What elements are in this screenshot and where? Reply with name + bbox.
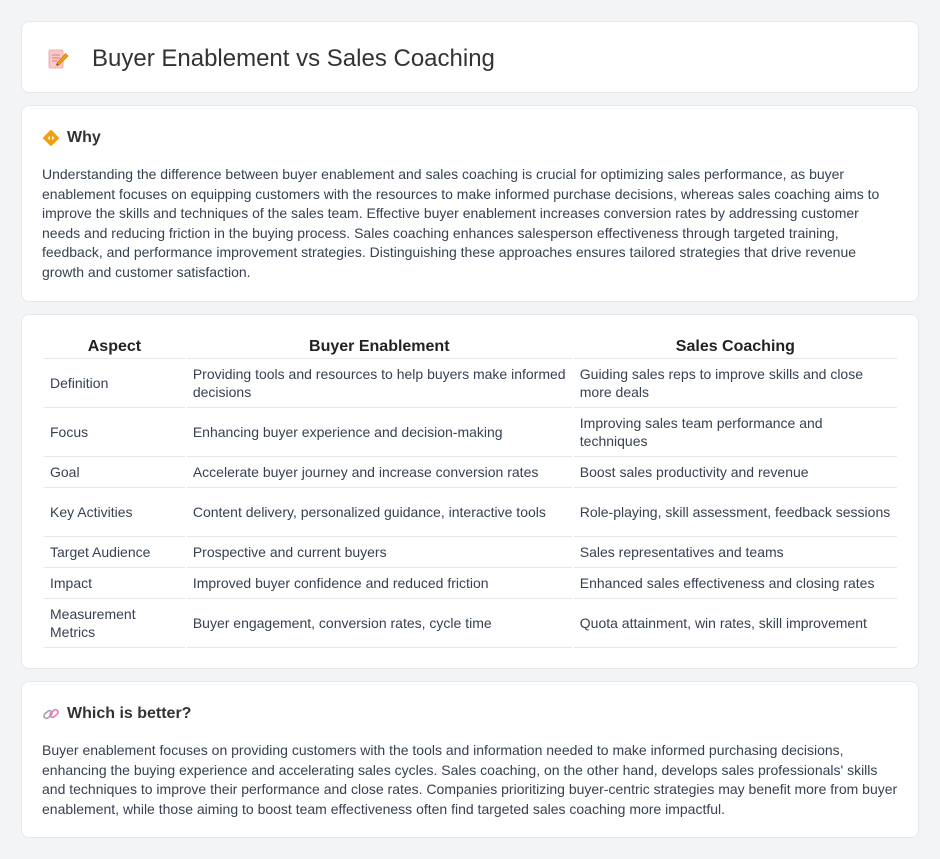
- why-text: Understanding the difference between buy…: [42, 166, 880, 280]
- page-title: Buyer Enablement vs Sales Coaching: [92, 45, 495, 72]
- buyer-enablement-cell: Content delivery, personalized guidance,…: [186, 488, 572, 537]
- better-text: Buyer enablement focuses on providing cu…: [42, 742, 898, 817]
- sales-coaching-cell: Quota attainment, win rates, skill impro…: [573, 599, 897, 648]
- why-heading-row: Why: [42, 127, 101, 149]
- table-row: Key Activities Content delivery, persona…: [44, 488, 897, 537]
- aspect-cell: Focus: [44, 408, 185, 457]
- buyer-enablement-cell: Accelerate buyer journey and increase co…: [186, 457, 572, 488]
- link-icon: [42, 705, 60, 723]
- sales-coaching-cell: Improving sales team performance and tec…: [573, 408, 897, 457]
- buyer-enablement-cell: Buyer engagement, conversion rates, cycl…: [186, 599, 572, 648]
- buyer-enablement-cell: Enhancing buyer experience and decision-…: [186, 408, 572, 457]
- buyer-enablement-cell: Improved buyer confidence and reduced fr…: [186, 568, 572, 599]
- title-card: Buyer Enablement vs Sales Coaching: [21, 21, 919, 93]
- aspect-cell: Measurement Metrics: [44, 599, 185, 648]
- table-header-row: Aspect Buyer Enablement Sales Coaching: [44, 334, 897, 359]
- sales-coaching-cell: Enhanced sales effectiveness and closing…: [573, 568, 897, 599]
- buyer-enablement-cell: Providing tools and resources to help bu…: [186, 359, 572, 408]
- sales-coaching-cell: Sales representatives and teams: [573, 537, 897, 568]
- comparison-section: Aspect Buyer Enablement Sales Coaching D…: [21, 314, 919, 669]
- better-heading-row: Which is better?: [42, 703, 191, 725]
- sales-coaching-cell: Boost sales productivity and revenue: [573, 457, 897, 488]
- table-row: Target Audience Prospective and current …: [44, 537, 897, 568]
- aspect-cell: Key Activities: [44, 488, 185, 537]
- comparison-table: Aspect Buyer Enablement Sales Coaching D…: [42, 334, 899, 648]
- table-row: Goal Accelerate buyer journey and increa…: [44, 457, 897, 488]
- diamond-arrows-icon: [42, 129, 60, 147]
- better-heading: Which is better?: [67, 705, 192, 722]
- aspect-cell: Goal: [44, 457, 185, 488]
- document-pencil-icon: [46, 47, 70, 71]
- aspect-cell: Impact: [44, 568, 185, 599]
- buyer-enablement-cell: Prospective and current buyers: [186, 537, 572, 568]
- column-header-sales-coaching: Sales Coaching: [573, 334, 897, 359]
- which-is-better-section: Which is better? Buyer enablement focuse…: [21, 681, 919, 838]
- table-row: Focus Enhancing buyer experience and dec…: [44, 408, 897, 457]
- table-row: Definition Providing tools and resources…: [44, 359, 897, 408]
- column-header-buyer-enablement: Buyer Enablement: [186, 334, 572, 359]
- aspect-cell: Definition: [44, 359, 185, 408]
- column-header-aspect: Aspect: [44, 334, 185, 359]
- sales-coaching-cell: Guiding sales reps to improve skills and…: [573, 359, 897, 408]
- why-heading: Why: [67, 129, 101, 146]
- aspect-cell: Target Audience: [44, 537, 185, 568]
- table-row: Impact Improved buyer confidence and red…: [44, 568, 897, 599]
- sales-coaching-cell: Role-playing, skill assessment, feedback…: [573, 488, 897, 537]
- why-section: Why Understanding the difference between…: [21, 105, 919, 302]
- table-row: Measurement Metrics Buyer engagement, co…: [44, 599, 897, 648]
